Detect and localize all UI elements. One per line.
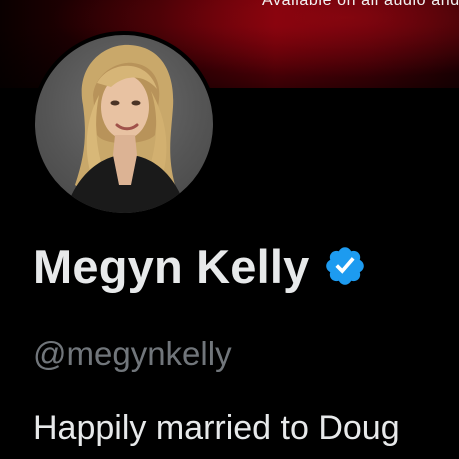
name-row: Megyn Kelly (33, 236, 367, 296)
display-name: Megyn Kelly (33, 239, 310, 293)
avatar-photo (65, 44, 187, 213)
profile-handle: @megynkelly (33, 335, 232, 372)
verified-badge-icon[interactable] (323, 244, 367, 288)
banner-text: Available on all audio and vid (262, 0, 459, 9)
avatar[interactable] (35, 35, 213, 213)
profile-bio: Happily married to Doug (33, 409, 400, 447)
